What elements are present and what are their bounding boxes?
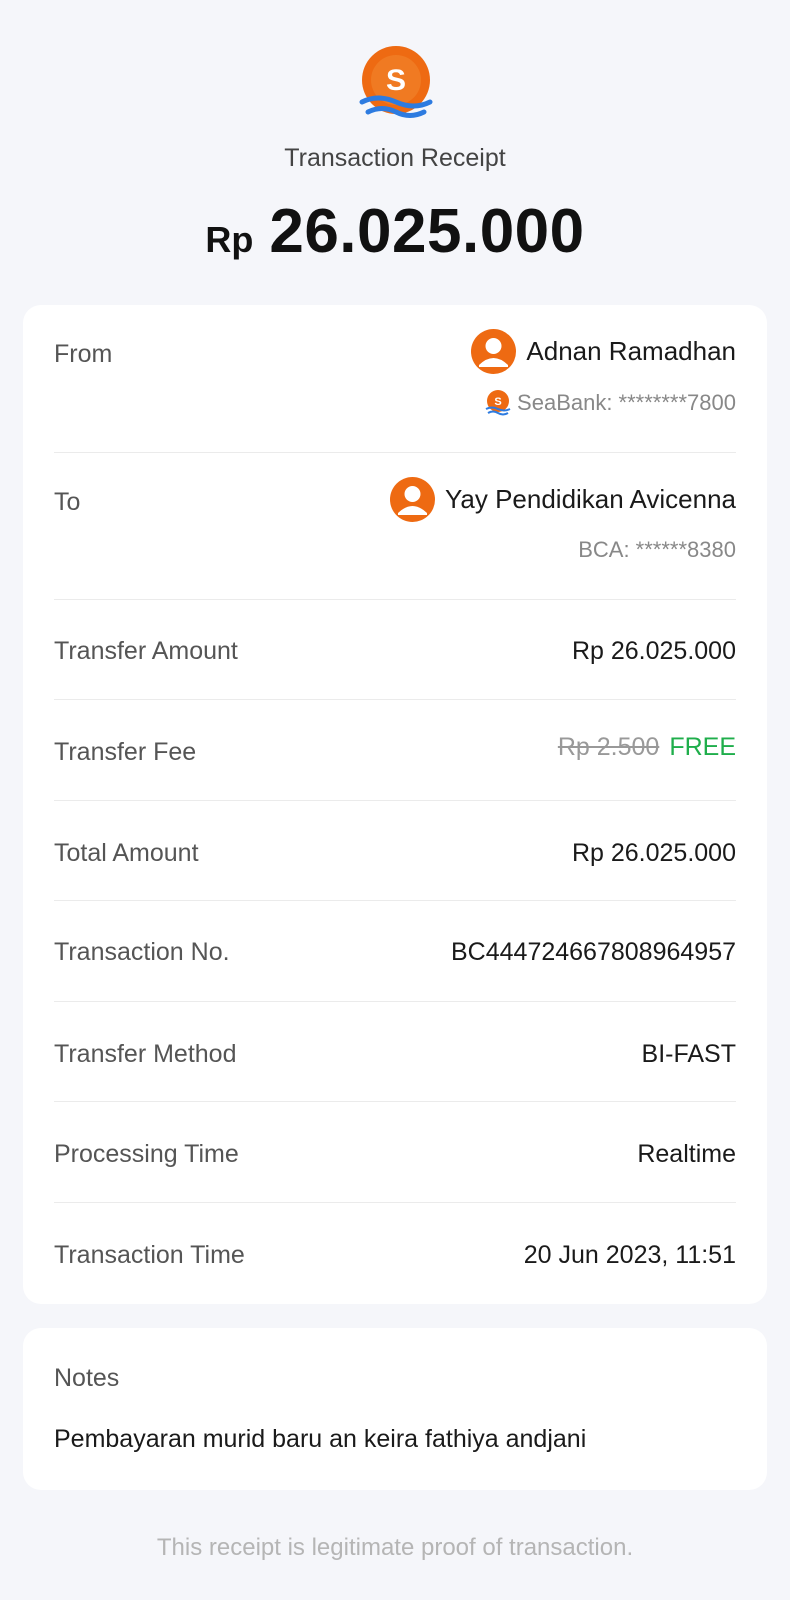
to-label: To [54,488,81,516]
user-avatar-icon [471,329,517,374]
transaction-no-value: BC444724667808964957 [451,938,736,966]
to-row: To Yay Pendidikan Avicenna BCA: ******83… [54,453,736,600]
total-amount-row: Total Amount Rp 26.025.000 [54,801,736,901]
amount-value: 26.025.000 [269,197,585,266]
notes-card: Notes Pembayaran murid baru an keira fat… [23,1328,767,1490]
transaction-time-value: 20 Jun 2023, 11:51 [523,1241,736,1269]
to-account-text: BCA: ******8380 [578,537,736,562]
transfer-amount-value: Rp 26.025.000 [571,637,736,665]
total-amount-label: Total Amount [54,839,199,867]
receipt-page: S Transaction Receipt Rp 26.025.000 From … [0,0,790,1600]
from-label: From [54,340,113,368]
from-account-text: SeaBank: ********7800 [517,389,736,415]
receipt-footer: This receipt is legitimate proof of tran… [156,1534,634,1561]
transfer-method-label: Transfer Method [54,1040,237,1068]
notes-text: Pembayaran murid baru an keira fathiya a… [54,1425,587,1453]
svg-text:S: S [494,396,501,408]
seabank-logo: S [359,46,433,118]
processing-time-value: Realtime [637,1140,736,1168]
processing-time-label: Processing Time [54,1140,239,1168]
transaction-details-card: From Adnan Ramadhan S SeaBank: ********7… [23,305,767,1304]
svg-text:S: S [386,64,406,97]
transfer-method-row: Transfer Method BI-FAST [54,1002,736,1102]
processing-time-row: Processing Time Realtime [54,1102,736,1203]
transaction-no-row: Transaction No. BC444724667808964957 [54,901,736,1002]
to-party: Yay Pendidikan Avicenna [389,477,736,522]
user-avatar-icon [389,477,435,522]
fee-original: Rp 2.500 [557,733,660,761]
from-party: Adnan Ramadhan [471,329,736,374]
transfer-amount-label: Transfer Amount [54,637,238,665]
receipt-title: Transaction Receipt [284,144,506,172]
from-account: S SeaBank: ********7800 [485,389,736,416]
total-amount-heading: Rp 26.025.000 [0,196,790,267]
seabank-mini-logo-icon: S [485,390,511,416]
transaction-no-label: Transaction No. [54,938,230,966]
transaction-time-row: Transaction Time 20 Jun 2023, 11:51 [54,1203,736,1304]
transaction-time-label: Transaction Time [54,1241,245,1269]
from-name: Adnan Ramadhan [526,336,736,366]
transfer-fee-label: Transfer Fee [54,738,197,766]
fee-free-badge: FREE [669,733,736,761]
to-account: BCA: ******8380 [578,537,736,563]
total-amount-value: Rp 26.025.000 [571,839,736,867]
amount-currency: Rp [205,219,254,260]
notes-label: Notes [54,1364,120,1392]
transfer-fee-row: Transfer Fee Rp 2.500 FREE [54,700,736,801]
transfer-method-value: BI-FAST [641,1040,736,1068]
transfer-amount-row: Transfer Amount Rp 26.025.000 [54,600,736,700]
from-row: From Adnan Ramadhan S SeaBank: ********7… [54,305,736,453]
transfer-fee-value: Rp 2.500 FREE [558,733,736,762]
to-name: Yay Pendidikan Avicenna [444,484,736,514]
